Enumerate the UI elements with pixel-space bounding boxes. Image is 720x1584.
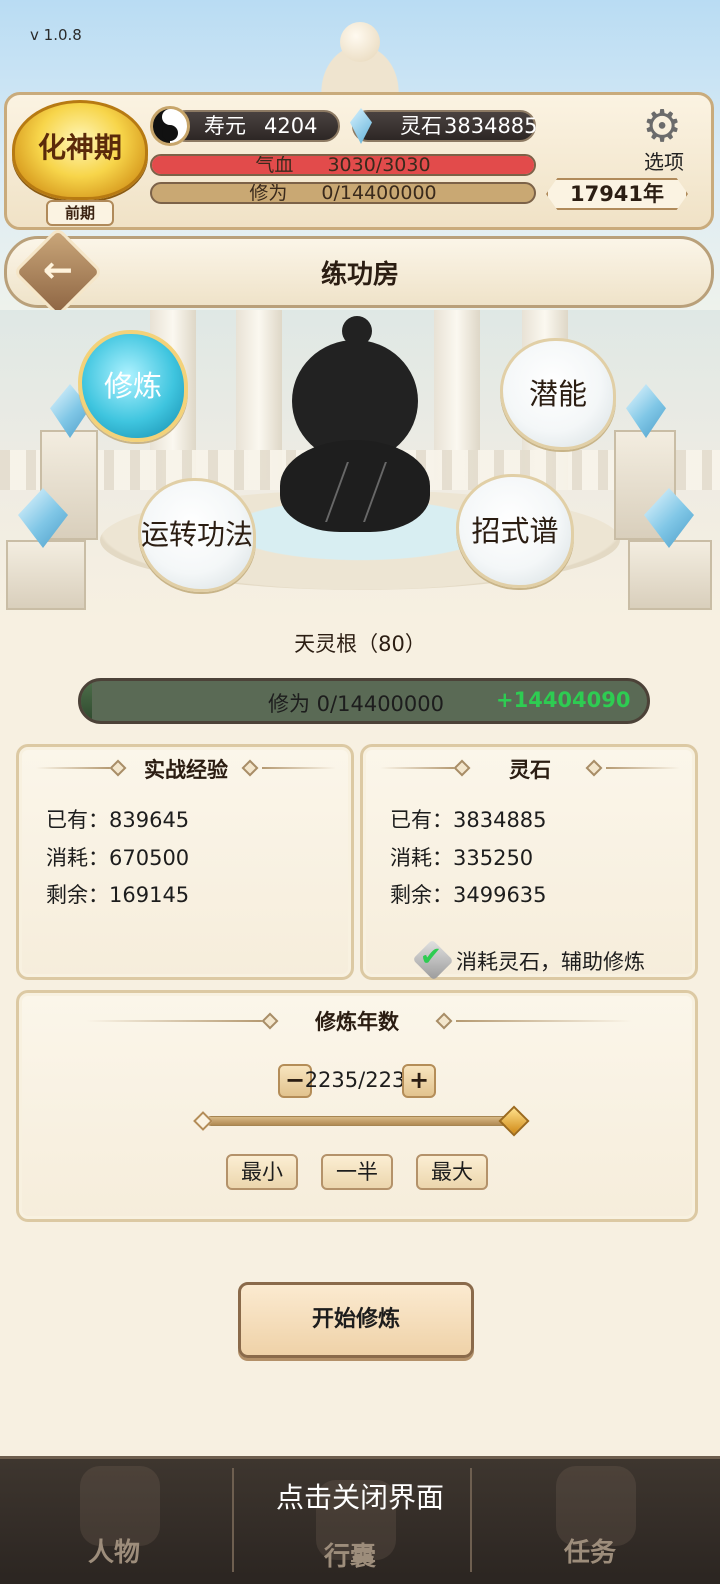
cultivation-value: 0/14400000: [321, 182, 437, 204]
years-slider-fill: [207, 1117, 515, 1125]
auxiliary-cultivation-label[interactable]: 消耗灵石，辅助修炼: [456, 946, 645, 976]
divider: [456, 1020, 632, 1022]
combat-exp-owned: 已有：839645: [46, 808, 190, 832]
spirit-root-label: 天灵根（80）: [294, 632, 426, 656]
hp-bar: 气血 3030/3030: [150, 154, 536, 176]
arrow-left-icon[interactable]: ←: [26, 240, 90, 304]
pavilion-finial: [340, 22, 380, 62]
lifespan-label: 寿元: [204, 114, 246, 138]
combat-exp-consumed: 消耗：670500: [46, 846, 190, 870]
combat-exp-title: 实战经验: [144, 758, 228, 782]
nav-character[interactable]: 人物: [64, 1532, 164, 1569]
divider: [380, 767, 454, 769]
spirit-stone-pill: 灵石 3834885: [352, 110, 538, 142]
lifespan-value: 4204: [264, 114, 318, 138]
spirit-stone-value: 3834885: [444, 114, 538, 138]
hp-label: 气血: [255, 154, 294, 176]
cultivation-gain: +14404090: [496, 688, 631, 712]
max-years-button[interactable]: 最大: [416, 1154, 488, 1190]
nav-tasks[interactable]: 任务: [540, 1532, 640, 1569]
cultivation-label: 修为: [249, 182, 288, 204]
stage-tag: 前期: [46, 200, 114, 226]
nav-bag[interactable]: 行囊: [300, 1536, 400, 1573]
min-years-button[interactable]: 最小: [226, 1154, 298, 1190]
spirit-stone-consumed: 消耗：335250: [390, 846, 534, 870]
hp-value: 3030/3030: [327, 154, 431, 176]
increment-button[interactable]: +: [402, 1064, 436, 1098]
cultivation-progress-label: 修为 0/14400000: [268, 692, 444, 716]
spirit-stone-remaining: 剩余：3499635: [390, 883, 547, 907]
divider: [262, 767, 336, 769]
yin-yang-icon: [150, 106, 190, 146]
age-display: 17941年: [546, 178, 688, 210]
start-cultivation-button[interactable]: 开始修炼: [238, 1282, 474, 1358]
spirit-stone-title: 灵石: [509, 758, 551, 782]
cultivation-progress-fill: [81, 681, 93, 721]
spirit-stone-label: 灵石: [400, 114, 442, 138]
cultivation-bar: 修为 0/14400000: [150, 182, 536, 204]
options-button-label[interactable]: 选项: [636, 146, 692, 175]
realm-label: 化神期: [37, 131, 122, 164]
room-title: 练功房: [320, 260, 399, 290]
pedestal: [628, 540, 712, 610]
version-label: v 1.0.8: [30, 26, 82, 44]
divider: [606, 767, 680, 769]
cultivation-years-value[interactable]: 2235/223: [300, 1068, 410, 1092]
years-slider[interactable]: [206, 1116, 516, 1126]
lifespan-pill: 寿元 4204: [170, 110, 340, 142]
gear-icon[interactable]: ⚙: [636, 104, 688, 150]
half-years-button[interactable]: 一半: [321, 1154, 393, 1190]
pedestal: [6, 540, 86, 610]
check-icon[interactable]: ✔: [420, 942, 442, 972]
close-hint[interactable]: 点击关闭界面: [200, 1476, 520, 1516]
divider: [36, 767, 110, 769]
spirit-stone-owned: 已有：3834885: [390, 808, 547, 832]
cultivation-years-title: 修炼年数: [315, 1010, 399, 1034]
combat-exp-remaining: 剩余：169145: [46, 883, 190, 907]
divider: [86, 1020, 262, 1022]
